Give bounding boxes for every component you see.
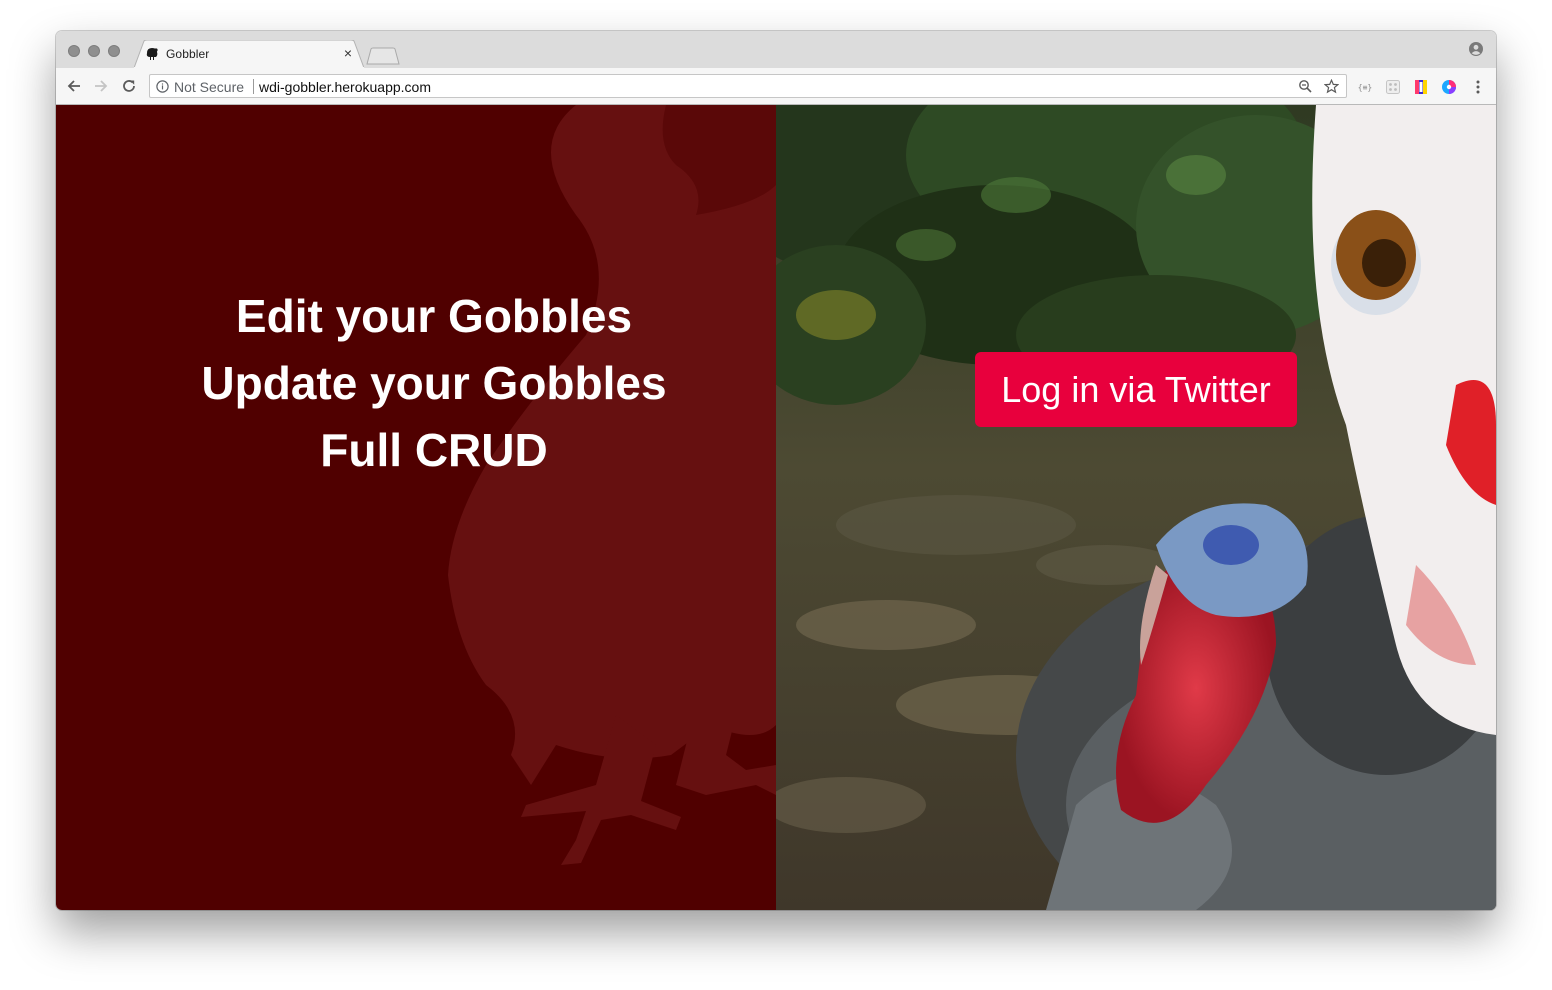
zoom-window-button[interactable] <box>108 45 120 57</box>
tab-gobbler[interactable]: Gobbler × <box>134 40 364 68</box>
circle-extension-icon[interactable] <box>1441 79 1457 95</box>
url-text[interactable]: wdi-gobbler.herokuapp.com <box>259 79 431 95</box>
svg-text:{≡}: {≡} <box>1358 83 1372 92</box>
login-twitter-button[interactable]: Log in via Twitter <box>975 352 1297 427</box>
close-window-button[interactable] <box>68 45 80 57</box>
zoom-icon[interactable] <box>1298 79 1313 94</box>
extension-grid-icon[interactable] <box>1385 79 1401 95</box>
new-tab-button[interactable] <box>366 47 400 65</box>
headline-crud: Full CRUD <box>320 424 548 476</box>
address-bar[interactable]: Not Secure wdi-gobbler.herokuapp.com <box>149 74 1347 98</box>
color-picker-extension-icon[interactable] <box>1413 79 1429 95</box>
hero-left-panel: Edit your Gobbles Update your Gobbles Fu… <box>56 105 776 910</box>
star-icon[interactable] <box>1324 79 1339 94</box>
forward-arrow-icon[interactable] <box>93 78 109 94</box>
web-page: Edit your Gobbles Update your Gobbles Fu… <box>56 105 1496 910</box>
tab-title: Gobbler <box>166 47 210 61</box>
browser-window: Gobbler × Not Secure wdi-gobbler.herokua… <box>56 31 1496 910</box>
headline-update: Update your Gobbles <box>201 357 667 409</box>
info-icon[interactable] <box>156 80 169 93</box>
headline-edit: Edit your Gobbles <box>235 290 633 342</box>
back-arrow-icon[interactable] <box>66 78 82 94</box>
json-extension-icon[interactable]: {≡} <box>1357 79 1373 95</box>
omnibox-divider <box>253 79 254 94</box>
turkey-silhouette-graphic <box>448 105 776 865</box>
reload-icon[interactable] <box>121 78 137 94</box>
minimize-window-button[interactable] <box>88 45 100 57</box>
tab-strip: Gobbler × <box>56 31 1496 68</box>
turkey-photo <box>776 105 1496 910</box>
profile-icon[interactable] <box>1469 42 1483 56</box>
tab-close-icon[interactable]: × <box>341 46 355 60</box>
browser-toolbar: Not Secure wdi-gobbler.herokuapp.com {≡} <box>56 68 1496 105</box>
menu-dots-icon[interactable] <box>1470 79 1486 95</box>
security-label: Not Secure <box>174 79 245 95</box>
hero-right-panel: Log in via Twitter <box>776 105 1496 910</box>
turkey-icon <box>146 48 158 60</box>
